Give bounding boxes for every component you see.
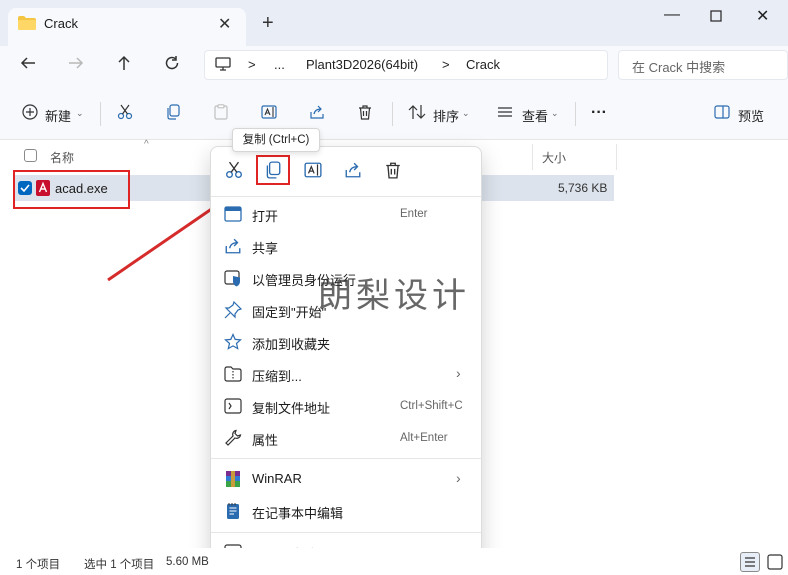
- forward-icon[interactable]: [68, 55, 84, 71]
- menu-item-edit-in-notepad[interactable]: 在记事本中编辑: [252, 503, 343, 522]
- back-icon[interactable]: [20, 55, 36, 71]
- sort-button[interactable]: 排序: [433, 106, 459, 125]
- column-header-name[interactable]: 名称: [50, 149, 74, 166]
- shortcut-copy-path: Ctrl+Shift+C: [400, 400, 463, 412]
- toolbar-divider: [392, 102, 393, 126]
- new-tab-button[interactable]: +: [262, 12, 274, 35]
- cut-icon[interactable]: [117, 104, 133, 120]
- menu-item-share[interactable]: 共享: [252, 238, 278, 257]
- copy-icon[interactable]: [165, 104, 181, 120]
- winrar-icon: [224, 470, 242, 488]
- zip-icon: [224, 365, 242, 383]
- share-icon: [224, 237, 242, 255]
- shortcut-open: Enter: [400, 208, 428, 220]
- delete-icon[interactable]: [384, 161, 402, 179]
- breadcrumb-more[interactable]: ...: [274, 57, 285, 72]
- close-tab-icon[interactable]: ✕: [218, 14, 231, 34]
- column-divider[interactable]: [532, 144, 533, 170]
- context-menu: [210, 146, 482, 568]
- paste-icon[interactable]: [213, 104, 229, 120]
- select-all-checkbox[interactable]: [24, 149, 37, 162]
- open-icon: [224, 205, 242, 223]
- sort-icon: [408, 104, 426, 120]
- watermark-text: 朗梨设计: [318, 276, 470, 316]
- delete-icon[interactable]: [357, 104, 373, 120]
- search-placeholder: 在 Crack 中搜索: [632, 60, 726, 75]
- chevron-right-icon: ›: [456, 470, 461, 486]
- menu-divider: [211, 532, 481, 533]
- status-size: 5.60 MB: [166, 556, 209, 568]
- share-icon[interactable]: [344, 161, 362, 179]
- cut-icon[interactable]: [225, 161, 243, 179]
- breadcrumb-separator-icon: >: [442, 57, 450, 72]
- shortcut-properties: Alt+Enter: [400, 432, 448, 444]
- breadcrumb-plant3d[interactable]: Plant3D2026(64bit): [306, 57, 418, 72]
- toolbar-divider: [100, 102, 101, 126]
- copy-path-icon: [224, 397, 242, 415]
- rename-icon[interactable]: [261, 104, 277, 120]
- tab-title: Crack: [44, 16, 78, 31]
- column-header-size[interactable]: 大小: [542, 149, 566, 166]
- sort-ascending-icon: ^: [144, 139, 149, 150]
- wrench-icon: [224, 429, 242, 447]
- menu-divider: [211, 458, 481, 459]
- menu-item-pin-to-start[interactable]: 固定到"开始": [252, 302, 326, 321]
- chevron-right-icon: ›: [456, 365, 461, 381]
- menu-item-winrar[interactable]: WinRAR: [252, 471, 302, 486]
- minimize-icon[interactable]: —: [664, 6, 680, 24]
- chevron-down-icon: ⌄: [76, 108, 84, 118]
- new-icon: [22, 104, 38, 120]
- shield-icon: [224, 269, 242, 287]
- view-button[interactable]: 查看: [522, 106, 548, 125]
- menu-item-open[interactable]: 打开: [252, 206, 278, 225]
- preview-button[interactable]: 预览: [738, 106, 764, 125]
- refresh-icon[interactable]: [164, 55, 180, 71]
- chevron-down-icon: ⌄: [462, 108, 470, 118]
- computer-icon: [215, 56, 231, 72]
- menu-item-copy-path[interactable]: 复制文件地址: [252, 398, 330, 417]
- breadcrumb-crack[interactable]: Crack: [466, 57, 500, 72]
- tiles-view-icon[interactable]: [766, 553, 784, 571]
- file-size: 5,736 KB: [558, 181, 608, 195]
- new-button[interactable]: 新建: [45, 106, 71, 125]
- preview-pane-icon: [714, 104, 730, 120]
- details-view-icon[interactable]: [740, 552, 760, 572]
- menu-item-compress[interactable]: 压缩到...: [252, 366, 302, 385]
- chevron-down-icon: ⌄: [551, 108, 559, 118]
- notepad-icon: [224, 502, 242, 520]
- share-icon[interactable]: [309, 104, 325, 120]
- status-selected: 选中 1 个项目: [84, 559, 155, 571]
- status-item-count: 1 个项目: [16, 559, 61, 571]
- copy-tooltip: 复制 (Ctrl+C): [232, 128, 320, 152]
- view-icon: [497, 104, 513, 120]
- star-icon: [224, 333, 242, 351]
- up-icon[interactable]: [116, 55, 132, 71]
- column-divider[interactable]: [616, 144, 617, 170]
- folder-icon: [18, 16, 36, 30]
- close-window-icon[interactable]: ✕: [756, 6, 769, 26]
- highlight-box: [256, 155, 290, 185]
- rename-icon[interactable]: [304, 161, 322, 179]
- menu-item-properties[interactable]: 属性: [252, 430, 278, 449]
- more-options-button[interactable]: ···: [591, 104, 607, 122]
- maximize-icon[interactable]: [710, 8, 724, 22]
- breadcrumb-separator-icon: >: [248, 57, 256, 72]
- toolbar-divider: [575, 102, 576, 126]
- menu-divider: [211, 196, 481, 197]
- menu-item-add-to-favorites[interactable]: 添加到收藏夹: [252, 334, 330, 353]
- pin-icon: [224, 301, 242, 319]
